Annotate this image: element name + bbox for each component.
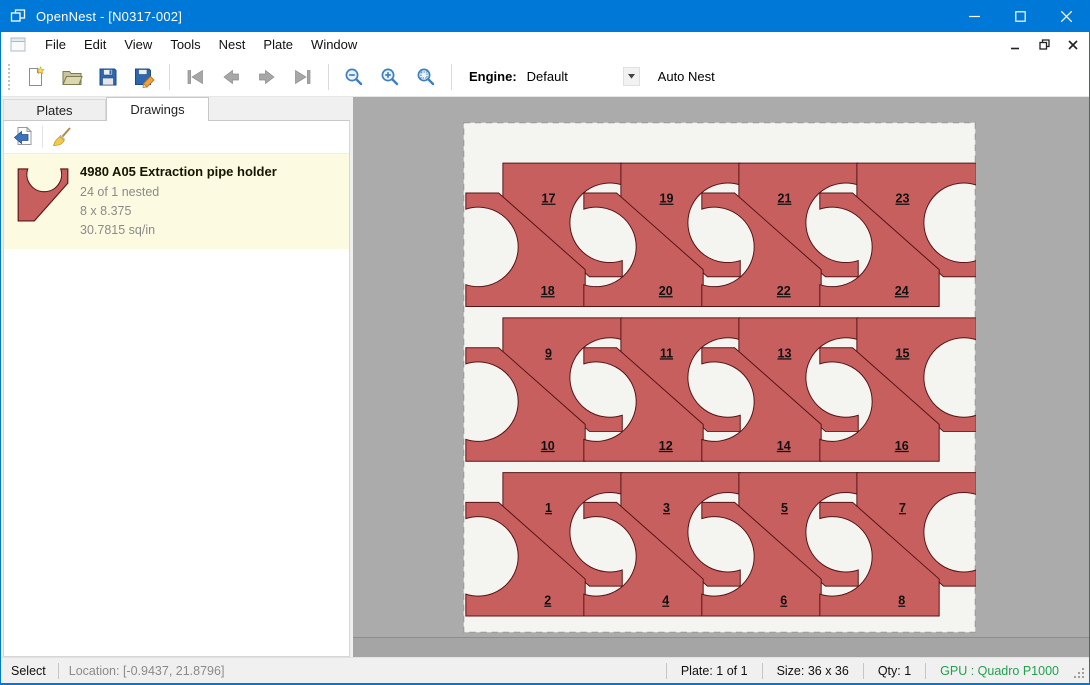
status-mode: Select bbox=[1, 664, 58, 678]
panel-tabs: Plates Drawings bbox=[3, 97, 350, 121]
part-number-label-9: 9 bbox=[545, 346, 552, 360]
part-number-label-10: 10 bbox=[541, 439, 555, 453]
part-number-label-11: 11 bbox=[660, 346, 673, 360]
menu-item-nest[interactable]: Nest bbox=[210, 34, 255, 55]
drawing-thumbnail bbox=[16, 165, 70, 240]
menu-item-tools[interactable]: Tools bbox=[161, 34, 209, 55]
menu-items: FileEditViewToolsNestPlateWindow bbox=[36, 34, 366, 55]
window-title: OpenNest - [N0317-002] bbox=[36, 9, 182, 24]
save-icon[interactable] bbox=[90, 61, 126, 93]
go-next-icon[interactable] bbox=[249, 61, 285, 93]
menu-item-view[interactable]: View bbox=[115, 34, 161, 55]
drawing-title: 4980 A05 Extraction pipe holder bbox=[80, 164, 277, 179]
status-gpu: GPU : Quadro P1000 bbox=[926, 664, 1073, 678]
drawing-info: 4980 A05 Extraction pipe holder 24 of 1 … bbox=[80, 163, 277, 240]
part-number-label-18: 18 bbox=[541, 284, 555, 298]
part-number-label-12: 12 bbox=[659, 439, 673, 453]
new-document-icon[interactable] bbox=[18, 61, 54, 93]
menu-item-plate[interactable]: Plate bbox=[254, 34, 302, 55]
engine-select[interactable]: Default bbox=[523, 69, 623, 84]
zoom-out-icon[interactable] bbox=[336, 61, 372, 93]
part-number-label-16: 16 bbox=[895, 439, 909, 453]
minimize-icon[interactable] bbox=[951, 0, 997, 32]
part-number-label-24: 24 bbox=[895, 284, 909, 298]
drawings-toolbar bbox=[4, 121, 349, 154]
save-edit-icon[interactable] bbox=[126, 61, 162, 93]
menu-item-file[interactable]: File bbox=[36, 34, 75, 55]
menu-bar: FileEditViewToolsNestPlateWindow bbox=[1, 32, 1089, 57]
main-body: Plates Drawings bbox=[1, 97, 1089, 657]
part-number-label-7: 7 bbox=[899, 501, 906, 515]
drawings-panel: 4980 A05 Extraction pipe holder 24 of 1 … bbox=[3, 120, 350, 657]
open-file-icon[interactable] bbox=[54, 61, 90, 93]
app-window: OpenNest - [N0317-002] FileEditViewTools… bbox=[0, 0, 1090, 685]
menu-item-window[interactable]: Window bbox=[302, 34, 366, 55]
title-bar: OpenNest - [N0317-002] bbox=[1, 0, 1089, 32]
left-panel: Plates Drawings bbox=[3, 97, 350, 657]
toolbar-separator bbox=[328, 64, 329, 90]
part-number-label-13: 13 bbox=[778, 346, 792, 360]
toolbar-separator bbox=[451, 64, 452, 90]
part-number-label-8: 8 bbox=[898, 594, 905, 608]
part-number-label-2: 2 bbox=[544, 594, 551, 608]
menu-item-edit[interactable]: Edit bbox=[75, 34, 115, 55]
child-restore-icon[interactable] bbox=[1031, 35, 1057, 55]
drawing-dimensions: 8 x 8.375 bbox=[80, 202, 277, 221]
canvas-horizontal-scrollbar[interactable] bbox=[353, 637, 1089, 657]
toolbar-separator bbox=[169, 64, 170, 90]
status-location: Location: [-0.9437, 21.8796] bbox=[59, 664, 235, 678]
drawing-nested-count: 24 of 1 nested bbox=[80, 183, 277, 202]
child-minimize-icon[interactable] bbox=[1002, 35, 1028, 55]
part-number-label-5: 5 bbox=[781, 501, 788, 515]
status-plate-size: Size: 36 x 36 bbox=[763, 664, 863, 678]
status-qty: Qty: 1 bbox=[864, 664, 925, 678]
clear-drawings-broom-icon[interactable] bbox=[47, 123, 77, 151]
app-icon bbox=[10, 8, 26, 24]
go-first-icon[interactable] bbox=[177, 61, 213, 93]
engine-dropdown-arrow-icon[interactable] bbox=[623, 67, 640, 86]
plate-svg: 171819202122232491011121314151612345678 bbox=[463, 122, 976, 633]
go-last-icon[interactable] bbox=[285, 61, 321, 93]
part-number-label-23: 23 bbox=[896, 192, 910, 206]
nest-canvas[interactable]: 171819202122232491011121314151612345678 bbox=[353, 97, 1089, 657]
maximize-icon[interactable] bbox=[997, 0, 1043, 32]
part-number-label-22: 22 bbox=[777, 284, 791, 298]
go-previous-icon[interactable] bbox=[213, 61, 249, 93]
part-number-label-20: 20 bbox=[659, 284, 673, 298]
toolbar-grip bbox=[8, 64, 12, 90]
part-number-label-4: 4 bbox=[662, 594, 669, 608]
status-plate-count: Plate: 1 of 1 bbox=[667, 664, 762, 678]
auto-nest-button[interactable]: Auto Nest bbox=[652, 65, 721, 88]
part-number-label-1: 1 bbox=[545, 501, 552, 515]
part-number-label-21: 21 bbox=[778, 192, 792, 206]
zoom-in-icon[interactable] bbox=[372, 61, 408, 93]
engine-label: Engine: bbox=[469, 69, 517, 84]
part-number-label-17: 17 bbox=[542, 192, 556, 206]
tab-drawings[interactable]: Drawings bbox=[106, 97, 209, 121]
part-number-label-15: 15 bbox=[896, 346, 910, 360]
resize-grip[interactable] bbox=[1073, 667, 1087, 681]
part-number-label-6: 6 bbox=[780, 594, 787, 608]
main-toolbar: Engine: Default Auto Nest bbox=[1, 57, 1089, 97]
status-bar: Select Location: [-0.9437, 21.8796] Plat… bbox=[1, 657, 1089, 683]
tab-plates[interactable]: Plates bbox=[3, 99, 106, 121]
document-icon[interactable] bbox=[10, 37, 26, 52]
part-number-label-14: 14 bbox=[777, 439, 791, 453]
drawing-area: 30.7815 sq/in bbox=[80, 221, 277, 240]
import-drawing-icon[interactable] bbox=[8, 123, 38, 151]
part-number-label-19: 19 bbox=[660, 192, 674, 206]
zoom-fit-icon[interactable] bbox=[408, 61, 444, 93]
part-number-label-3: 3 bbox=[663, 501, 670, 515]
child-close-icon[interactable] bbox=[1060, 35, 1086, 55]
drawing-list-item[interactable]: 4980 A05 Extraction pipe holder 24 of 1 … bbox=[4, 154, 349, 249]
close-icon[interactable] bbox=[1043, 0, 1089, 32]
panel-toolbar-separator bbox=[42, 126, 43, 148]
